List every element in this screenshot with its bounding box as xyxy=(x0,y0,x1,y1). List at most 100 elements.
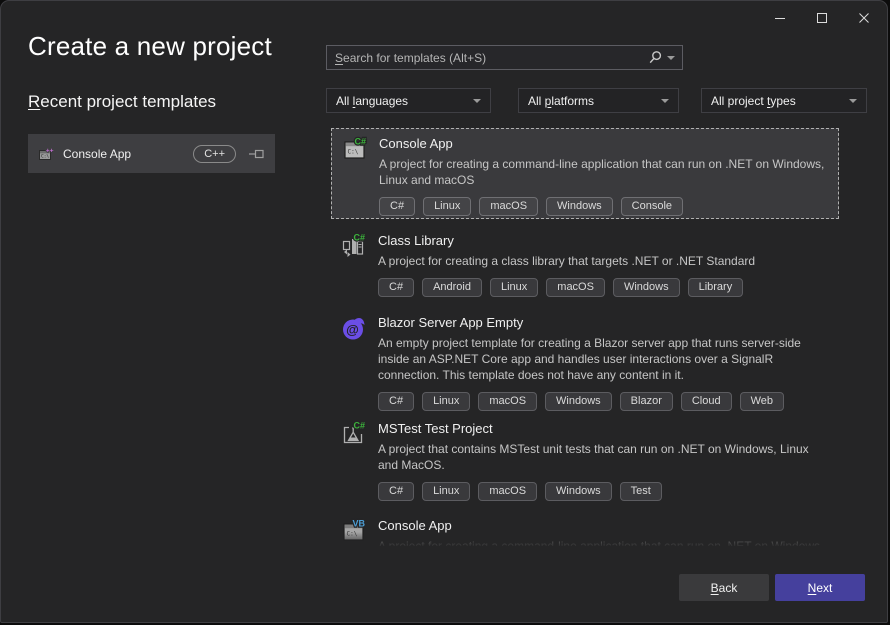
template-name: Blazor Server App Empty xyxy=(378,314,831,331)
template-description: A project that contains MSTest unit test… xyxy=(378,441,831,473)
tag: Windows xyxy=(545,482,612,501)
tag: Windows xyxy=(546,197,613,216)
platforms-pre: All xyxy=(528,94,545,108)
languages-pre: All xyxy=(336,94,353,108)
search-button[interactable] xyxy=(648,50,682,65)
tag: Cloud xyxy=(681,392,732,411)
all-project-types-label: All project types xyxy=(711,94,796,108)
template-body: Class Library A project for creating a c… xyxy=(378,232,831,297)
pin-icon xyxy=(248,146,265,162)
tag: Web xyxy=(740,392,784,411)
maximize-icon xyxy=(816,12,828,24)
close-icon xyxy=(858,12,870,24)
create-new-project-dialog: Create a new project Recent project temp… xyxy=(0,0,888,623)
template-description: A project for creating a command-line ap… xyxy=(378,538,831,546)
tag: Linux xyxy=(422,392,470,411)
chevron-down-icon xyxy=(667,56,675,60)
tag: C# xyxy=(378,482,414,501)
template-tags: C# Linux macOS Windows Test xyxy=(378,482,831,501)
template-item-class-library[interactable]: C# Class Library A project for creating … xyxy=(331,226,839,303)
tag: Test xyxy=(620,482,662,501)
template-description: A project for creating a class library t… xyxy=(378,253,831,269)
template-tags: C# Linux macOS Windows Blazor Cloud Web xyxy=(378,392,831,411)
window-controls xyxy=(759,3,885,33)
minimize-button[interactable] xyxy=(759,3,801,33)
back-label-accel: B xyxy=(711,581,719,595)
template-body: Console App A project for creating a com… xyxy=(379,135,830,212)
tag: C# xyxy=(378,392,414,411)
pin-button[interactable] xyxy=(248,146,265,162)
title-bar[interactable] xyxy=(1,1,887,35)
tag: Blazor xyxy=(620,392,673,411)
page-title: Create a new project xyxy=(28,31,272,62)
csharp-class-library-icon: C# xyxy=(341,233,367,259)
template-name: MSTest Test Project xyxy=(378,420,831,437)
template-body: Console App A project for creating a com… xyxy=(378,517,831,546)
tag: Android xyxy=(422,278,482,297)
language-badge: C++ xyxy=(193,145,236,163)
template-description: A project for creating a command-line ap… xyxy=(379,156,830,188)
search-placeholder-accel: S xyxy=(335,51,343,65)
svg-text:C#: C# xyxy=(353,233,365,243)
tag: C# xyxy=(379,197,415,216)
minimize-icon xyxy=(774,12,786,24)
template-description: An empty project template for creating a… xyxy=(378,335,831,383)
svg-text:VB: VB xyxy=(352,519,365,529)
vb-console-app-icon: C:\ VB xyxy=(341,518,367,544)
svg-text:C#: C# xyxy=(353,421,365,431)
svg-text:C:\: C:\ xyxy=(348,149,359,156)
tag: Windows xyxy=(545,392,612,411)
template-item-mstest-test-project[interactable]: C# MSTest Test Project A project that co… xyxy=(331,414,839,507)
platforms-rest: latforms xyxy=(551,94,594,108)
tag: Windows xyxy=(613,278,680,297)
recent-item-console-app-cpp[interactable]: C:\ ++ Console App C++ xyxy=(28,134,275,173)
recent-item-name: Console App xyxy=(63,147,193,161)
template-name: Console App xyxy=(379,135,830,152)
svg-text:C#: C# xyxy=(354,137,366,147)
tag: Linux xyxy=(423,197,471,216)
chevron-down-icon xyxy=(661,99,669,103)
tag: Linux xyxy=(422,482,470,501)
blazor-icon: @ xyxy=(341,315,367,341)
all-platforms-label: All platforms xyxy=(528,94,594,108)
all-platforms-dropdown[interactable]: All platforms xyxy=(518,88,679,113)
csharp-mstest-icon: C# xyxy=(341,421,367,447)
back-button[interactable]: Back xyxy=(679,574,769,601)
recent-templates-heading: Recent project templates xyxy=(28,92,216,112)
csharp-console-app-icon: C:\ C# xyxy=(342,136,368,162)
search-placeholder: Search for templates (Alt+S) xyxy=(327,51,648,65)
all-languages-dropdown[interactable]: All languages xyxy=(326,88,491,113)
template-list: C:\ C# Console App A project for creatin… xyxy=(331,128,839,546)
tag: Library xyxy=(688,278,744,297)
recent-heading-accel: R xyxy=(28,92,40,111)
tag: macOS xyxy=(478,482,537,501)
all-languages-label: All languages xyxy=(336,94,408,108)
tag: macOS xyxy=(479,197,538,216)
next-label-rest: ext xyxy=(816,581,832,595)
search-placeholder-rest: earch for templates (Alt+S) xyxy=(343,51,486,65)
back-label-rest: ack xyxy=(719,581,738,595)
template-name: Console App xyxy=(378,517,831,534)
search-input[interactable]: Search for templates (Alt+S) xyxy=(326,45,683,70)
svg-text:++: ++ xyxy=(46,147,54,154)
languages-rest: anguages xyxy=(355,94,408,108)
all-project-types-dropdown[interactable]: All project types xyxy=(701,88,867,113)
tag: Linux xyxy=(490,278,538,297)
maximize-button[interactable] xyxy=(801,3,843,33)
template-item-console-app-csharp[interactable]: C:\ C# Console App A project for creatin… xyxy=(331,128,839,219)
tag: macOS xyxy=(546,278,605,297)
template-tags: C# Linux macOS Windows Console xyxy=(379,197,830,216)
recent-heading-rest: ecent project templates xyxy=(40,92,216,111)
cpp-console-app-icon: C:\ ++ xyxy=(38,146,54,162)
template-item-blazor-server-app-empty[interactable]: @ Blazor Server App Empty An empty proje… xyxy=(331,308,839,417)
template-body: Blazor Server App Empty An empty project… xyxy=(378,314,831,411)
chevron-down-icon xyxy=(473,99,481,103)
svg-text:@: @ xyxy=(346,322,359,337)
close-button[interactable] xyxy=(843,3,885,33)
project-types-pre: All project xyxy=(711,94,767,108)
template-item-console-app-vb[interactable]: C:\ VB Console App A project for creatin… xyxy=(331,511,839,546)
search-icon xyxy=(648,50,663,65)
next-button[interactable]: Next xyxy=(775,574,865,601)
template-name: Class Library xyxy=(378,232,831,249)
tag: macOS xyxy=(478,392,537,411)
